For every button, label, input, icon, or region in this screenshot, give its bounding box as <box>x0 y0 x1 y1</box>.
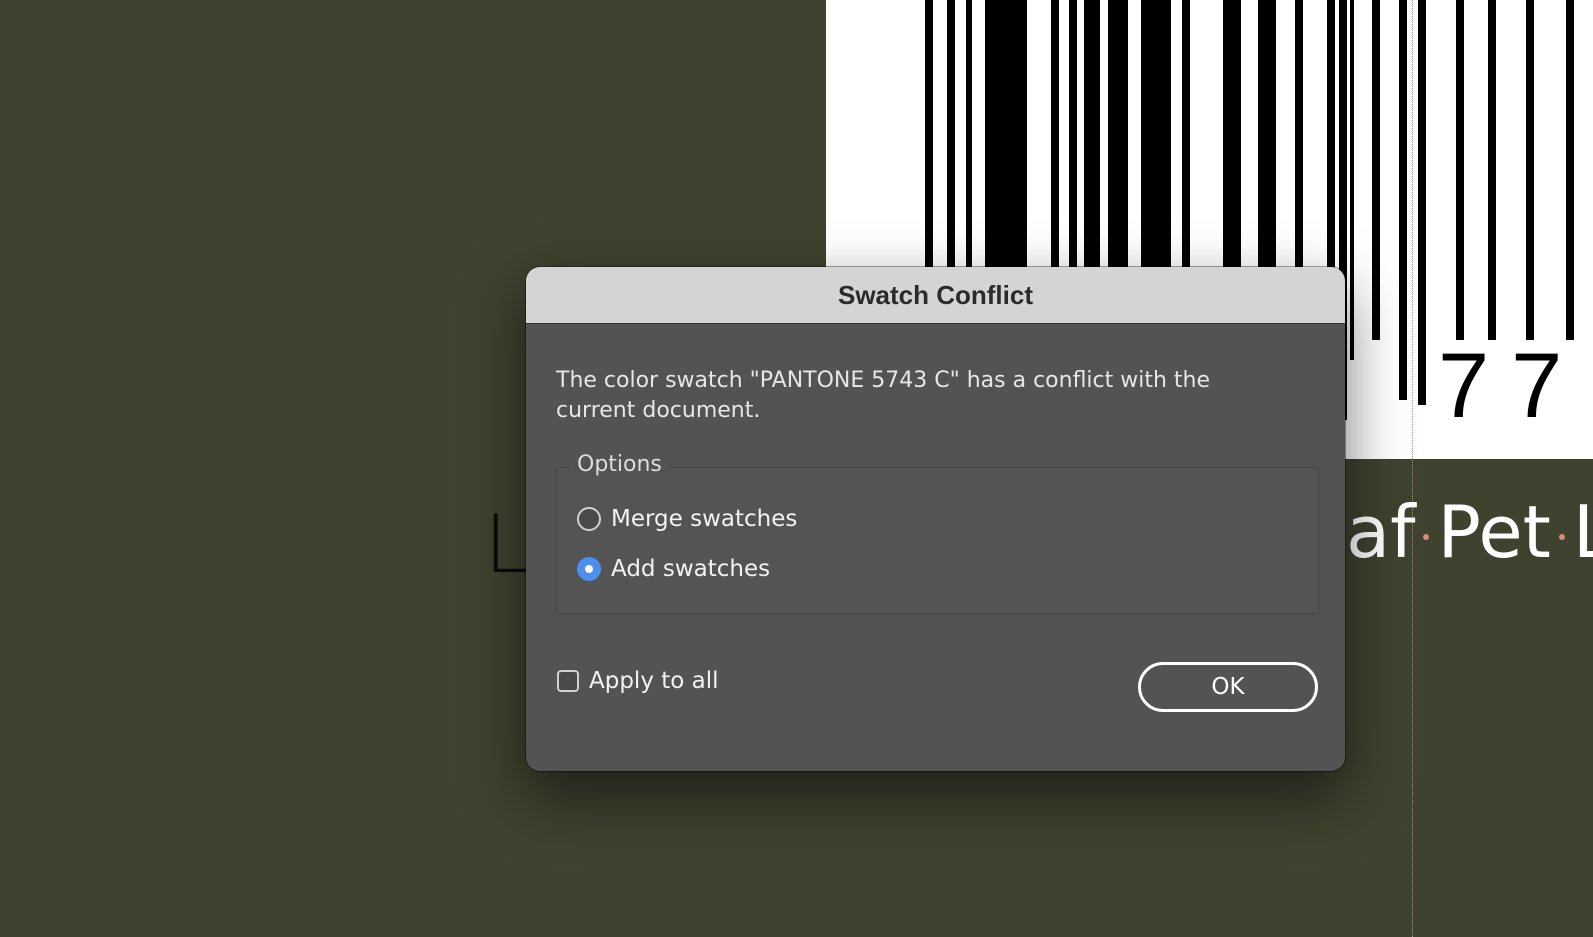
merge-swatches-label[interactable]: Merge swatches <box>611 506 797 532</box>
add-swatches-radio[interactable] <box>577 557 601 581</box>
barcode-digits: 77 <box>1438 335 1585 437</box>
dialog-titlebar[interactable]: Swatch Conflict <box>526 267 1345 324</box>
swatch-conflict-dialog: Swatch Conflict The color swatch "PANTON… <box>526 267 1345 771</box>
background-text-part: L <box>1572 490 1593 574</box>
background-text-part: Pet <box>1437 490 1551 574</box>
add-swatches-option[interactable]: Add swatches <box>577 556 770 582</box>
separator-dot <box>1558 534 1565 541</box>
ok-button[interactable]: OK <box>1138 662 1318 712</box>
merge-swatches-option[interactable]: Merge swatches <box>577 506 797 532</box>
guide-line <box>1412 0 1413 937</box>
dialog-title: Swatch Conflict <box>837 279 1033 310</box>
background-text-right: af Pet L <box>1346 496 1593 568</box>
options-group: Options Merge swatches Add swatches <box>556 452 1319 614</box>
apply-to-all-label[interactable]: Apply to all <box>589 668 719 694</box>
apply-to-all-checkbox[interactable] <box>557 670 579 692</box>
add-swatches-label[interactable]: Add swatches <box>611 556 770 582</box>
dialog-message: The color swatch "PANTONE 5743 C" has a … <box>556 368 1211 423</box>
options-legend: Options <box>571 452 668 477</box>
apply-to-all-option[interactable]: Apply to all <box>557 668 719 694</box>
background-text-part: af <box>1346 490 1416 574</box>
artboard-canvas: 77 Lo afPetL Swatch Conflict The color s… <box>0 0 1593 937</box>
separator-dot <box>1423 534 1430 541</box>
merge-swatches-radio[interactable] <box>577 507 601 531</box>
